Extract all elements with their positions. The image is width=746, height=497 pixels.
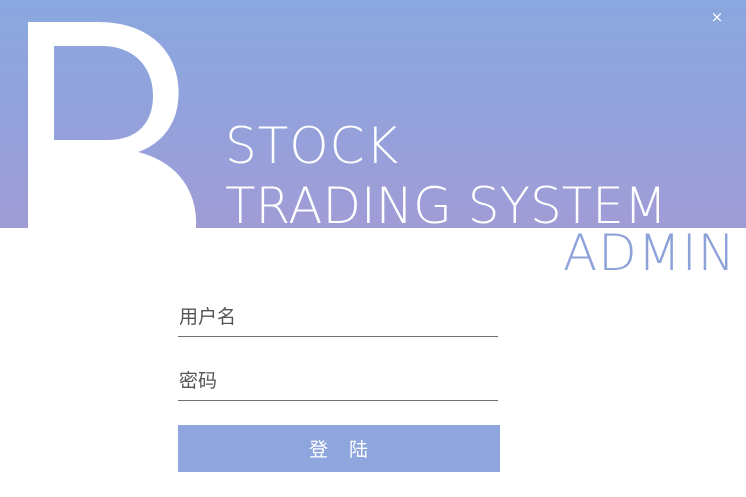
password-input[interactable] <box>178 366 499 396</box>
username-field-wrapper <box>178 296 499 337</box>
title-admin: ADMIN <box>563 224 736 282</box>
close-button[interactable]: × <box>708 8 726 26</box>
password-field-wrapper <box>178 360 499 401</box>
title-trading-system: TRADING SYSTEM <box>225 177 668 228</box>
title-stock: STOCK <box>225 117 400 175</box>
login-window: × STOCK TRADING SYSTEM ADMIN 登 陆 <box>0 0 746 497</box>
login-form: 登 陆 <box>178 296 500 472</box>
header-banner: × STOCK TRADING SYSTEM <box>0 0 746 228</box>
username-input[interactable] <box>178 302 499 332</box>
logo-b-icon <box>28 22 197 228</box>
login-button[interactable]: 登 陆 <box>178 425 500 472</box>
